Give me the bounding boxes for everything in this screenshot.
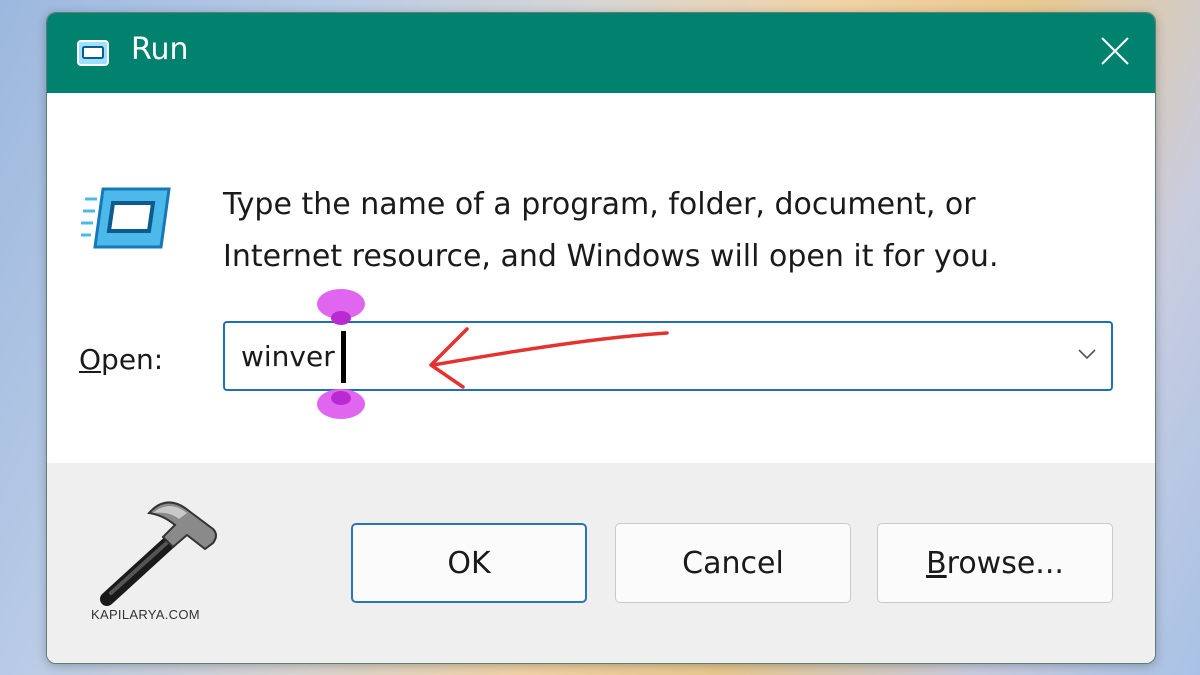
open-label-rest: pen: [101,343,164,376]
ok-button-label: OK [447,545,491,581]
description-line-2: Internet resource, and Windows will open… [223,239,999,274]
hammer-logo-icon [89,493,229,614]
browse-button-label-rest: rowse... [946,545,1064,581]
close-icon [1100,36,1130,71]
browse-button[interactable]: Browse... [877,523,1113,603]
window-title: Run [131,32,189,67]
run-dialog: Run Type the name of a program, folder, [46,12,1156,664]
annotation-arrow-icon [417,321,677,396]
description-text: Type the name of a program, folder, docu… [223,179,1103,283]
description-line-1: Type the name of a program, folder, docu… [223,187,976,222]
open-label: Open: [79,343,163,376]
run-large-icon [79,185,173,256]
chevron-down-icon[interactable] [1077,347,1097,365]
dialog-footer: KAPILARYA.COM OK Cancel Browse... [47,463,1155,663]
run-app-icon [75,39,111,72]
browse-button-accelerator: B [926,545,947,581]
open-label-accelerator: O [79,343,102,376]
title-bar[interactable]: Run [47,13,1155,93]
ok-button[interactable]: OK [351,523,587,603]
cancel-button-label: Cancel [682,545,784,581]
cancel-button[interactable]: Cancel [615,523,851,603]
dialog-content: Type the name of a program, folder, docu… [47,93,1155,463]
watermark-text: KAPILARYA.COM [91,607,200,622]
text-cursor-handle-bottom-center [331,391,351,405]
text-cursor-handle-top-center [331,311,351,325]
text-cursor [341,331,346,383]
close-button[interactable] [1075,13,1155,93]
